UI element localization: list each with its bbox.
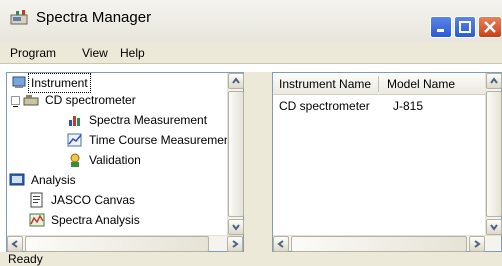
time-course-icon [67,133,82,147]
menu-bar: Program View Help [0,42,502,64]
analysis-icon [9,173,25,186]
maximize-button[interactable] [454,16,476,38]
scroll-right-button[interactable] [227,236,243,252]
tree-label-spectra-measurement: Spectra Measurement [89,113,208,127]
scroll-thumb[interactable] [486,91,502,217]
scroll-left-button[interactable] [273,236,289,252]
tree-item-validation[interactable]: Validation [7,151,227,169]
tree-label-analysis: Analysis [31,173,76,187]
minus-icon [13,106,18,107]
tree-item-cd-spectrometer[interactable]: CD spectrometer [7,91,227,109]
minimize-icon [437,29,444,32]
instrument-list-pane: Instrument Name Model Name CD spectromet… [272,72,502,252]
status-text: Ready [8,252,43,266]
tree-vertical-scrollbar[interactable] [227,73,244,235]
cell-instrument-name[interactable]: CD spectrometer [279,99,370,113]
spectra-analysis-icon [29,213,45,227]
scroll-up-button[interactable] [486,73,502,89]
close-button[interactable] [478,16,502,38]
jasco-canvas-icon [30,192,43,208]
pane-splitter[interactable] [244,72,272,252]
scroll-up-button[interactable] [228,73,244,89]
arrow-down-icon [490,224,498,231]
window-title: Spectra Manager [36,9,152,26]
tree-label-jasco-canvas: JASCO Canvas [51,193,136,207]
tree-label-spectra-analysis: Spectra Analysis [51,213,140,227]
column-header-model-name[interactable]: Model Name [379,73,485,95]
scroll-thumb[interactable] [291,236,467,252]
arrow-right-icon [232,240,239,248]
arrow-down-icon [232,224,240,231]
title-bar[interactable]: Spectra Manager [0,0,502,42]
list-horizontal-scrollbar[interactable] [273,235,501,252]
instrument-icon [12,76,26,88]
collapse-toggle[interactable] [11,96,20,107]
spectra-manager-icon [10,10,28,25]
tree-horizontal-scrollbar[interactable] [7,235,243,252]
status-bar: Ready [0,252,502,266]
tree-item-instrument[interactable]: Instrument [7,73,227,93]
menu-program[interactable]: Program [10,46,56,60]
spectra-measurement-icon [69,116,80,126]
scroll-down-button[interactable] [228,219,244,235]
menu-view[interactable]: View [82,46,108,60]
arrow-left-icon [11,240,18,248]
tree-item-jasco-canvas[interactable]: JASCO Canvas [7,191,227,209]
column-header-instrument-name[interactable]: Instrument Name [273,73,378,95]
arrow-up-icon [490,77,498,84]
scroll-left-button[interactable] [7,236,23,252]
scroll-down-button[interactable] [486,219,502,235]
spectrometer-icon [23,95,39,106]
maximize-icon [459,21,471,33]
menu-help[interactable]: Help [120,46,145,60]
validation-icon [70,153,80,167]
scroll-thumb[interactable] [25,236,209,252]
scroll-right-button[interactable] [469,236,485,252]
scroll-thumb[interactable] [228,91,244,217]
tree-item-time-course[interactable]: Time Course Measurement [7,131,243,149]
cell-model-name[interactable]: J-815 [393,99,423,113]
arrow-right-icon [474,240,481,248]
tree-item-spectra-measurement[interactable]: Spectra Measurement [7,111,239,129]
tree-pane: Instrument CD spectrometer Spectra Measu… [6,72,244,252]
tree-label-cd-spectrometer: CD spectrometer [45,93,136,107]
close-icon [484,21,496,33]
tree-label-validation: Validation [89,153,141,167]
tree-item-spectra-analysis[interactable]: Spectra Analysis [7,211,227,229]
arrow-up-icon [232,77,240,84]
tree-label-time-course: Time Course Measurement [89,133,234,147]
minimize-button[interactable] [430,16,452,38]
tree-item-analysis[interactable]: Analysis [7,171,227,189]
tree-label-instrument: Instrument [28,73,91,93]
arrow-left-icon [277,240,284,248]
list-vertical-scrollbar[interactable] [485,73,502,235]
